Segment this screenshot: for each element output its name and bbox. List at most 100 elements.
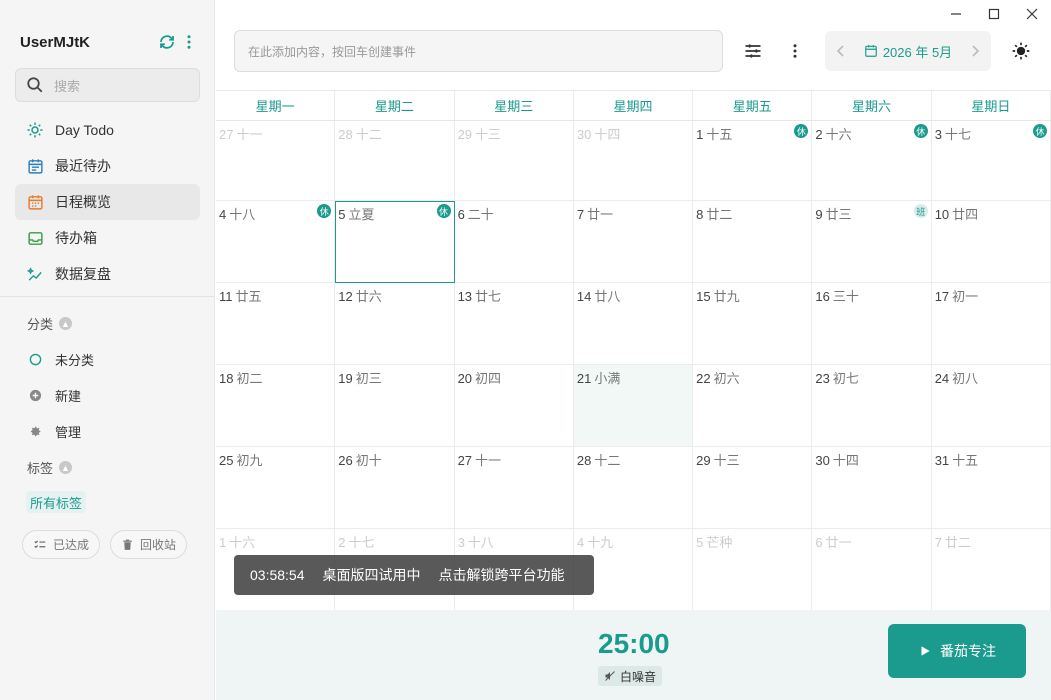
category-label: 未分类 bbox=[55, 352, 95, 368]
day-cell[interactable]: 18 初二 bbox=[216, 365, 336, 447]
all-tags-chip[interactable]: 所有标签 bbox=[26, 491, 87, 513]
close-button[interactable] bbox=[1013, 0, 1051, 28]
day-cell[interactable]: 29 十三 bbox=[454, 121, 574, 201]
day-cell[interactable]: 21 小满 bbox=[573, 365, 694, 447]
day-cell[interactable]: 27 十一 bbox=[454, 447, 574, 529]
day-cell[interactable]: 30 十四 bbox=[812, 447, 932, 529]
pomodoro-time: 25:00 bbox=[598, 628, 670, 659]
day-cell[interactable]: 9 廿三班 bbox=[812, 201, 932, 283]
day-cell[interactable]: 3 十七休 bbox=[931, 121, 1051, 201]
add-event-input[interactable]: 在此添加内容，按回车创建事件 bbox=[234, 30, 723, 72]
lunar-date: 初十 bbox=[355, 453, 382, 468]
more-vertical-icon[interactable] bbox=[178, 31, 200, 53]
nav-item-review[interactable]: 数据复盘 bbox=[15, 256, 200, 292]
day-cell[interactable]: 22 初六 bbox=[693, 365, 813, 447]
lunar-date: 十九 bbox=[587, 535, 614, 550]
chevron-up-icon[interactable]: ▲ bbox=[59, 317, 73, 330]
lunar-date: 十四 bbox=[832, 453, 859, 468]
day-cell[interactable]: 10 廿四 bbox=[931, 201, 1051, 283]
toast-message: 桌面版四试用中 bbox=[322, 567, 421, 583]
day-number: 27 bbox=[219, 127, 234, 142]
day-cell[interactable]: 25 初九 bbox=[216, 447, 336, 529]
more-vertical-icon bbox=[793, 44, 797, 58]
day-label: 6 廿一 bbox=[815, 532, 927, 551]
day-cell[interactable]: 29 十三 bbox=[693, 447, 813, 529]
start-focus-label: 番茄专注 bbox=[940, 643, 996, 659]
chevron-up-icon[interactable]: ▲ bbox=[59, 461, 73, 474]
category-uncategorized[interactable]: 未分类 bbox=[27, 348, 94, 370]
weekday-tue: 星期二 bbox=[335, 91, 455, 120]
lunar-date: 初二 bbox=[236, 371, 263, 386]
day-cell[interactable]: 30 十四 bbox=[573, 121, 694, 201]
day-cell[interactable]: 8 廿二 bbox=[693, 201, 813, 283]
more-button[interactable] bbox=[784, 40, 806, 62]
day-label: 27 十一 bbox=[219, 124, 331, 143]
nav-item-day-todo[interactable]: Day Todo bbox=[15, 112, 200, 148]
prev-month-button[interactable] bbox=[835, 44, 847, 58]
day-cell[interactable]: 14 廿八 bbox=[573, 283, 694, 365]
lunar-date: 廿七 bbox=[475, 289, 502, 304]
day-cell[interactable]: 19 初三 bbox=[335, 365, 455, 447]
day-cell[interactable]: 12 廿六 bbox=[335, 283, 455, 365]
day-cell[interactable]: 26 初十 bbox=[335, 447, 455, 529]
day-cell[interactable]: 20 初四 bbox=[454, 365, 574, 447]
category-new[interactable]: 新建 bbox=[27, 384, 81, 406]
day-cell[interactable]: 1 十五休 bbox=[693, 121, 813, 201]
trash-button[interactable]: 回收站 bbox=[110, 530, 188, 559]
day-cell[interactable]: 23 初七 bbox=[812, 365, 932, 447]
next-month-button[interactable] bbox=[969, 44, 981, 58]
day-cell[interactable]: 6 二十 bbox=[454, 201, 574, 283]
white-noise-button[interactable]: 白噪音 bbox=[598, 666, 663, 686]
day-cell[interactable]: 11 廿五 bbox=[216, 283, 336, 365]
window-controls bbox=[937, 0, 1051, 28]
lunar-date: 初八 bbox=[952, 371, 979, 386]
day-cell[interactable]: 27 十一 bbox=[216, 121, 336, 201]
nav-item-recent[interactable]: 最近待办 bbox=[15, 148, 200, 184]
lunar-date: 十八 bbox=[229, 207, 256, 222]
sun-icon bbox=[25, 120, 45, 140]
day-label: 28 十二 bbox=[338, 124, 450, 143]
day-label: 7 廿一 bbox=[577, 204, 689, 223]
minimize-button[interactable] bbox=[937, 0, 975, 28]
day-cell[interactable]: 24 初八 bbox=[931, 365, 1051, 447]
user-name[interactable]: UserMJtK bbox=[20, 34, 156, 51]
category-section-title[interactable]: 分类 ▲ bbox=[27, 314, 73, 333]
filter-sliders-button[interactable] bbox=[742, 40, 764, 62]
weekday-wed: 星期三 bbox=[455, 91, 574, 120]
trash-label: 回收站 bbox=[140, 538, 177, 552]
lunar-date: 十二 bbox=[355, 127, 382, 142]
lunar-date: 十六 bbox=[229, 535, 256, 550]
chevron-left-icon bbox=[836, 45, 844, 57]
day-number: 20 bbox=[457, 371, 473, 386]
sync-icon[interactable] bbox=[156, 31, 178, 53]
category-manage[interactable]: 管理 bbox=[27, 420, 81, 442]
done-button[interactable]: 已达成 bbox=[22, 530, 101, 559]
day-cell[interactable]: 28 十二 bbox=[573, 447, 694, 529]
day-label: 4 十八 bbox=[219, 204, 331, 223]
day-cell[interactable]: 13 廿七 bbox=[454, 283, 574, 365]
day-cell[interactable]: 16 三十 bbox=[812, 283, 932, 365]
day-cell[interactable]: 28 十二 bbox=[335, 121, 455, 201]
start-focus-button[interactable]: 番茄专注 bbox=[888, 624, 1026, 678]
day-cell[interactable]: 5 芒种 bbox=[693, 529, 813, 611]
month-label-button[interactable]: 2026 年 5月 bbox=[864, 42, 952, 61]
toast-unlock-link[interactable]: 点击解锁跨平台功能 bbox=[439, 565, 565, 585]
tag-section-title[interactable]: 标签 ▲ bbox=[27, 458, 73, 477]
day-cell[interactable]: 4 十八休 bbox=[216, 201, 336, 283]
theme-toggle-button[interactable] bbox=[1010, 40, 1032, 62]
lunar-date: 廿一 bbox=[587, 207, 614, 222]
day-cell[interactable]: 17 初一 bbox=[931, 283, 1051, 365]
search-input[interactable]: 搜索 bbox=[15, 68, 200, 102]
day-number: 1 bbox=[219, 535, 227, 550]
day-cell[interactable]: 15 廿九 bbox=[693, 283, 813, 365]
maximize-button[interactable] bbox=[975, 0, 1013, 28]
trial-toast[interactable]: 03:58:54 桌面版四试用中 点击解锁跨平台功能 bbox=[234, 555, 594, 595]
day-cell[interactable]: 2 十六休 bbox=[812, 121, 932, 201]
day-cell[interactable]: 7 廿二 bbox=[931, 529, 1051, 611]
nav-item-schedule[interactable]: 日程概览 bbox=[15, 184, 200, 220]
day-cell[interactable]: 7 廿一 bbox=[573, 201, 694, 283]
nav-item-inbox[interactable]: 待办箱 bbox=[15, 220, 200, 256]
day-cell[interactable]: 5 立夏休 bbox=[335, 201, 455, 283]
day-cell[interactable]: 31 十五 bbox=[931, 447, 1051, 529]
day-cell[interactable]: 6 廿一 bbox=[812, 529, 932, 611]
